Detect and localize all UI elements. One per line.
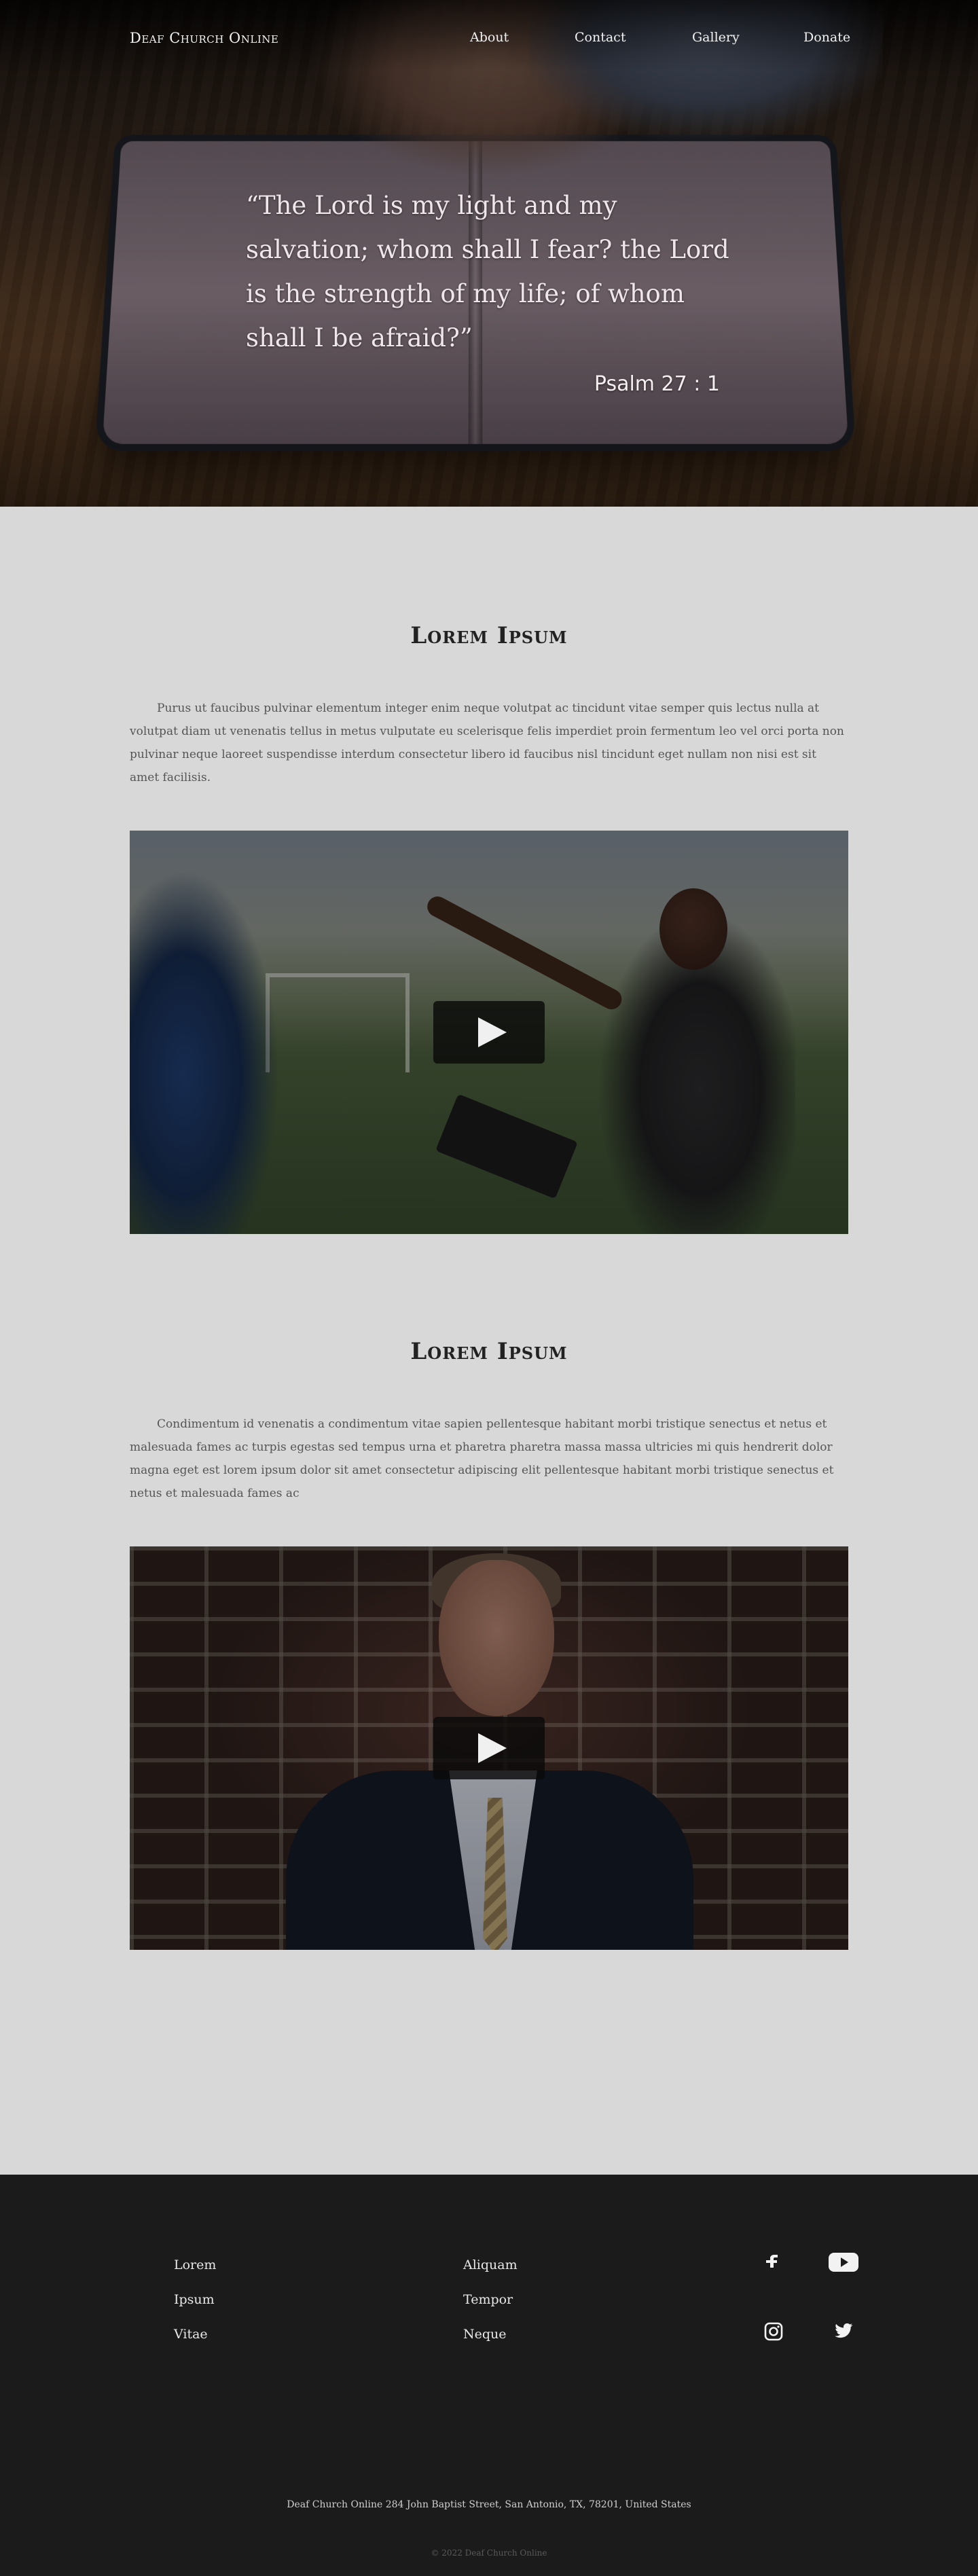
section-2-body: Condimentum id venenatis a condimentum v… bbox=[130, 1413, 847, 1505]
footer-link-ipsum[interactable]: Ipsum bbox=[174, 2292, 215, 2307]
nav-donate-link[interactable]: Donate bbox=[803, 30, 850, 45]
nav-gallery-link[interactable]: Gallery bbox=[692, 30, 740, 45]
play-icon bbox=[478, 1017, 507, 1047]
nav-links: About Contact Gallery Donate bbox=[0, 30, 978, 50]
twitter-icon[interactable] bbox=[827, 2320, 860, 2343]
section-1-title: Lorem Ipsum bbox=[0, 622, 978, 649]
nav-contact-link[interactable]: Contact bbox=[575, 30, 626, 45]
top-nav: Deaf Church Online About Contact Gallery… bbox=[0, 0, 978, 79]
section-1-body: Purus ut faucibus pulvinar elementum int… bbox=[130, 697, 847, 789]
facebook-icon[interactable] bbox=[757, 2249, 789, 2272]
content-section-1: Lorem Ipsum Purus ut faucibus pulvinar e… bbox=[0, 507, 978, 1227]
footer-link-aliquam[interactable]: Aliquam bbox=[463, 2257, 518, 2272]
footer-link-neque[interactable]: Neque bbox=[463, 2327, 507, 2342]
section-2-title: Lorem Ipsum bbox=[0, 1338, 978, 1365]
site-footer: Lorem Ipsum Vitae Aliquam Tempor Neque D… bbox=[0, 2175, 978, 2576]
footer-copyright: © 2022 Deaf Church Online bbox=[0, 2548, 978, 2558]
video-player-1[interactable] bbox=[130, 831, 848, 1234]
footer-link-lorem[interactable]: Lorem bbox=[174, 2257, 216, 2272]
footer-address: Deaf Church Online 284 John Baptist Stre… bbox=[0, 2499, 978, 2510]
play-icon bbox=[478, 1733, 507, 1763]
footer-link-vitae[interactable]: Vitae bbox=[174, 2327, 208, 2342]
hero-citation: Psalm 27 : 1 bbox=[557, 372, 720, 396]
hero-section: Deaf Church Online About Contact Gallery… bbox=[0, 0, 978, 507]
youtube-icon[interactable] bbox=[827, 2251, 860, 2274]
play-button-1[interactable] bbox=[433, 1001, 545, 1064]
play-button-2[interactable] bbox=[433, 1717, 545, 1779]
content-section-2: Lorem Ipsum Condimentum id venenatis a c… bbox=[0, 1222, 978, 1970]
instagram-icon[interactable] bbox=[757, 2320, 789, 2343]
hero-quote: “The Lord is my light and my salvation; … bbox=[246, 183, 735, 360]
nav-about-link[interactable]: About bbox=[470, 30, 509, 45]
footer-link-tempor[interactable]: Tempor bbox=[463, 2292, 513, 2307]
video-player-2[interactable] bbox=[130, 1546, 848, 1950]
